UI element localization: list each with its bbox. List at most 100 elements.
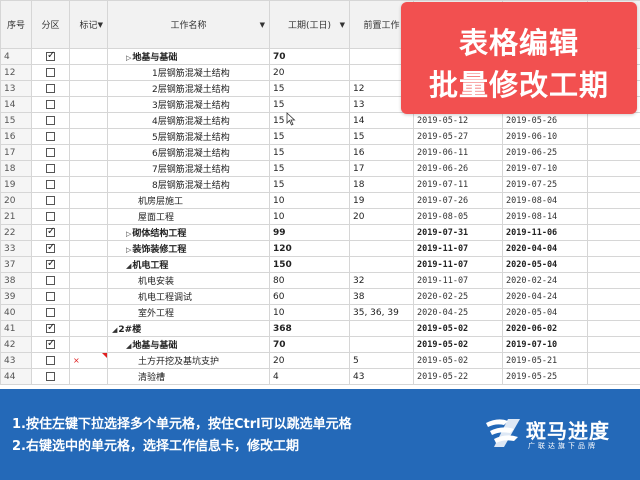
chevron-down-icon[interactable]: ▼ xyxy=(260,21,265,29)
task-name-cell[interactable]: 屋面工程 xyxy=(107,208,270,225)
task-name-cell[interactable]: ▷地基与基础 xyxy=(107,48,270,65)
row-number[interactable]: 39 xyxy=(0,288,32,305)
row-number[interactable]: 22 xyxy=(0,224,32,241)
start-date-cell[interactable]: 2019-06-26 xyxy=(413,160,503,177)
start-date-cell[interactable]: 2019-06-11 xyxy=(413,144,503,161)
zone-checkbox[interactable] xyxy=(46,322,55,333)
predecessor-cell[interactable] xyxy=(349,336,414,353)
end-date-cell[interactable]: 2020-02-24 xyxy=(502,272,588,289)
column-header-duration[interactable]: 工期(工日) ▼ xyxy=(269,0,350,49)
start-date-cell[interactable]: 2019-05-02 xyxy=(413,352,503,369)
task-name-cell[interactable]: 5层钢筋混凝土结构 xyxy=(107,128,270,145)
end-date-cell[interactable]: 2019-08-14 xyxy=(502,208,588,225)
extra-cell[interactable] xyxy=(587,368,640,385)
mark-cell[interactable] xyxy=(69,48,108,65)
row-number[interactable]: 38 xyxy=(0,272,32,289)
duration-cell[interactable]: 368 xyxy=(269,320,350,337)
duration-cell[interactable]: 60 xyxy=(269,288,350,305)
table-row[interactable]: 41◢2#楼3682019-05-022020-06-02 xyxy=(0,320,640,337)
task-name-cell[interactable]: 4层钢筋混凝土结构 xyxy=(107,112,270,129)
extra-cell[interactable] xyxy=(587,288,640,305)
zone-checkbox[interactable] xyxy=(46,242,55,253)
start-date-cell[interactable]: 2020-02-25 xyxy=(413,288,503,305)
extra-cell[interactable] xyxy=(587,112,640,129)
task-name-cell[interactable]: 7层钢筋混凝土结构 xyxy=(107,160,270,177)
start-date-cell[interactable]: 2020-04-25 xyxy=(413,304,503,321)
expand-arrow-icon[interactable]: ▷ xyxy=(126,230,131,238)
row-number[interactable]: 16 xyxy=(0,128,32,145)
predecessor-cell[interactable] xyxy=(349,224,414,241)
task-name-cell[interactable]: 室外工程 xyxy=(107,304,270,321)
extra-cell[interactable] xyxy=(587,256,640,273)
duration-cell[interactable]: 15 xyxy=(269,96,350,113)
end-date-cell[interactable]: 2019-06-10 xyxy=(502,128,588,145)
zone-checkbox[interactable] xyxy=(46,195,55,205)
duration-cell[interactable]: 4 xyxy=(269,368,350,385)
table-row[interactable]: 39 机电工程调试 60 38 2020-02-25 2020-04-24 xyxy=(0,288,640,305)
zone-checkbox[interactable] xyxy=(46,67,55,77)
start-date-cell[interactable]: 2019-11-07 xyxy=(413,272,503,289)
zone-cell[interactable] xyxy=(31,320,70,337)
mark-cell[interactable] xyxy=(69,128,108,145)
predecessor-cell[interactable] xyxy=(349,320,414,337)
start-date-cell[interactable]: 2019-05-12 xyxy=(413,112,503,129)
task-name-cell[interactable]: 2层钢筋混凝土结构 xyxy=(107,80,270,97)
zone-cell[interactable] xyxy=(31,64,70,81)
zone-cell[interactable] xyxy=(31,160,70,177)
row-number[interactable]: 33 xyxy=(0,240,32,257)
zone-checkbox[interactable] xyxy=(46,115,55,125)
extra-cell[interactable] xyxy=(587,128,640,145)
row-number[interactable]: 20 xyxy=(0,192,32,209)
extra-cell[interactable] xyxy=(587,272,640,289)
mark-cell[interactable] xyxy=(69,176,108,193)
expand-arrow-icon[interactable]: ▷ xyxy=(126,246,131,254)
zone-checkbox[interactable] xyxy=(46,258,55,269)
end-date-cell[interactable]: 2019-05-25 xyxy=(502,368,588,385)
start-date-cell[interactable]: 2019-05-27 xyxy=(413,128,503,145)
predecessor-cell[interactable]: 5 xyxy=(349,352,414,369)
duration-cell[interactable]: 20 xyxy=(269,352,350,369)
table-row[interactable]: 16 5层钢筋混凝土结构 15 15 2019-05-27 2019-06-10 xyxy=(0,128,640,145)
zone-cell[interactable] xyxy=(31,144,70,161)
zone-cell[interactable] xyxy=(31,288,70,305)
zone-cell[interactable] xyxy=(31,208,70,225)
duration-cell[interactable]: 150 xyxy=(269,256,350,273)
predecessor-cell[interactable]: 32 xyxy=(349,272,414,289)
chevron-down-icon[interactable]: ▼ xyxy=(340,21,345,29)
start-date-cell[interactable]: 2019-05-22 xyxy=(413,368,503,385)
mark-cell[interactable] xyxy=(69,96,108,113)
end-date-cell[interactable]: 2019-05-21 xyxy=(502,352,588,369)
zone-checkbox[interactable] xyxy=(46,179,55,189)
table-row[interactable]: 33▷装饰装修工程1202019-11-072020-04-04 xyxy=(0,240,640,257)
chevron-down-icon[interactable]: ▼ xyxy=(98,21,103,29)
zone-checkbox[interactable] xyxy=(46,50,55,61)
zone-checkbox[interactable] xyxy=(46,275,55,285)
duration-cell[interactable]: 15 xyxy=(269,144,350,161)
task-name-cell[interactable]: 机电工程调试 xyxy=(107,288,270,305)
end-date-cell[interactable]: 2020-06-02 xyxy=(502,320,588,337)
start-date-cell[interactable]: 2019-11-07 xyxy=(413,240,503,257)
zone-checkbox[interactable] xyxy=(46,371,55,381)
task-name-cell[interactable]: 1层钢筋混凝土结构 xyxy=(107,64,270,81)
predecessor-cell[interactable]: 14 xyxy=(349,112,414,129)
zone-cell[interactable] xyxy=(31,80,70,97)
predecessor-cell[interactable] xyxy=(349,240,414,257)
extra-cell[interactable] xyxy=(587,240,640,257)
start-date-cell[interactable]: 2019-07-31 xyxy=(413,224,503,241)
duration-cell[interactable]: 10 xyxy=(269,192,350,209)
mark-cell[interactable] xyxy=(69,288,108,305)
task-name-cell[interactable]: ◢2#楼 xyxy=(107,320,270,337)
predecessor-cell[interactable]: 19 xyxy=(349,192,414,209)
zone-cell[interactable] xyxy=(31,128,70,145)
column-header-zone[interactable]: 分区 xyxy=(31,0,70,49)
extra-cell[interactable] xyxy=(587,352,640,369)
table-row[interactable]: 21 屋面工程 10 20 2019-08-05 2019-08-14 xyxy=(0,208,640,225)
row-number[interactable]: 4 xyxy=(0,48,32,65)
end-date-cell[interactable]: 2019-07-10 xyxy=(502,336,588,353)
mark-cell[interactable]: × xyxy=(69,352,108,369)
mark-cell[interactable] xyxy=(69,160,108,177)
start-date-cell[interactable]: 2019-05-02 xyxy=(413,320,503,337)
zone-cell[interactable] xyxy=(31,352,70,369)
zone-checkbox[interactable] xyxy=(46,83,55,93)
zone-cell[interactable] xyxy=(31,48,70,65)
